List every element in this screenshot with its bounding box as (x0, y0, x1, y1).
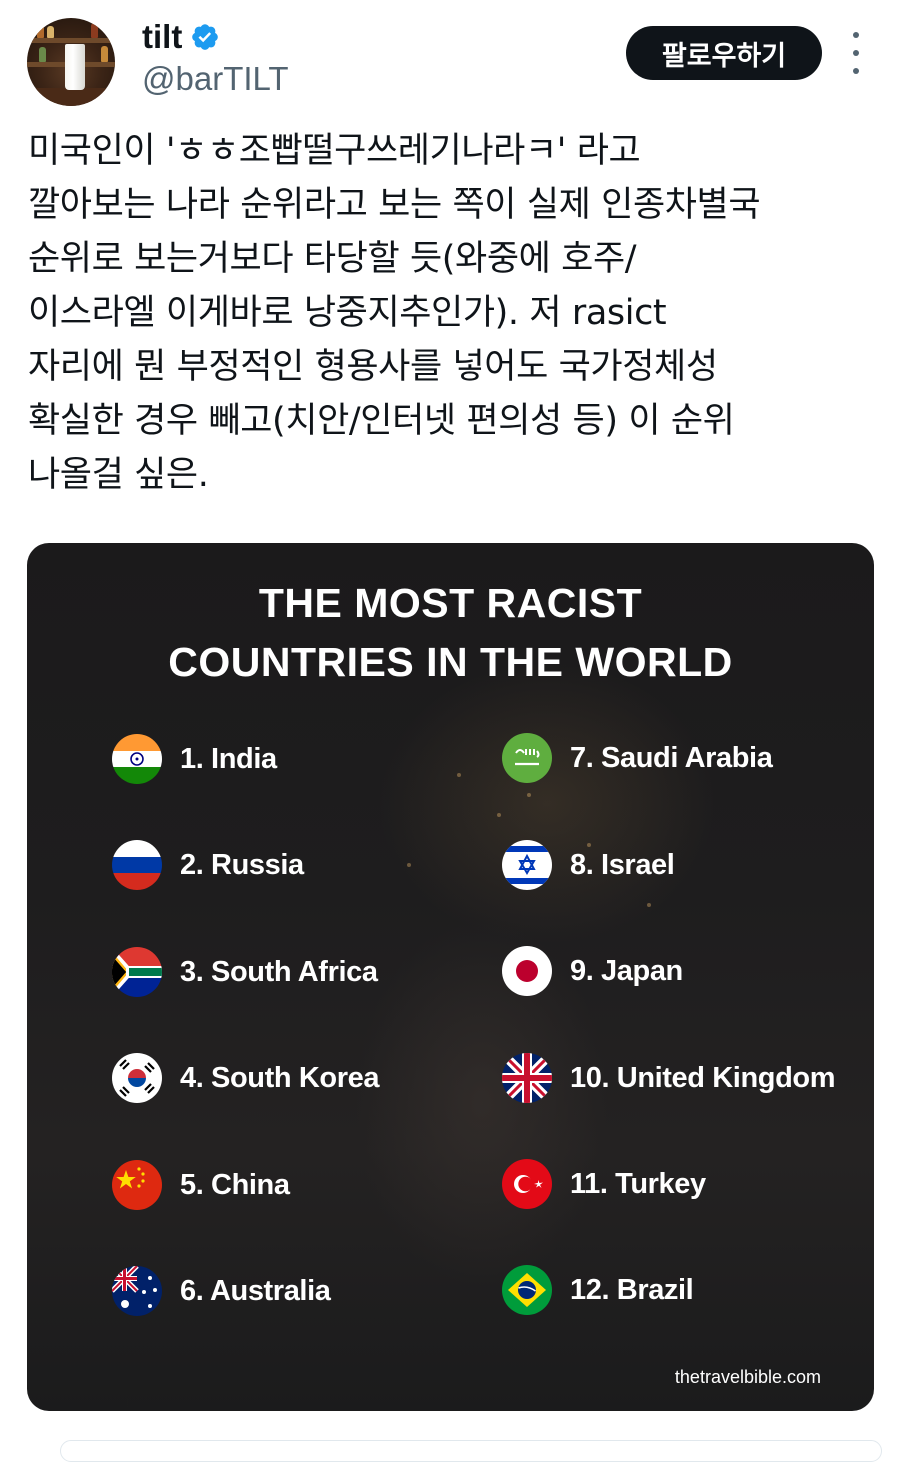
bokeh-light (497, 813, 501, 817)
more-dot (853, 68, 859, 74)
tweet-text: 미국인이 'ㅎㅎ조빱떨구쓰레기나라ㅋ' 라고 깔아보는 나라 순위라고 보는 쪽… (28, 131, 761, 495)
country-item: 9. Japan (502, 946, 683, 996)
follow-button[interactable]: 팔로우하기 (626, 26, 822, 80)
country-item: 11. Turkey (502, 1159, 706, 1209)
country-label: 11. Turkey (570, 1167, 706, 1200)
more-options-icon[interactable] (842, 32, 870, 74)
bokeh-light (407, 863, 411, 867)
country-item: 4. South Korea (112, 1053, 379, 1103)
brazil-flag-icon (502, 1265, 552, 1315)
image-source: thetravelbible.com (674, 1367, 821, 1387)
country-item: 2. Russia (112, 840, 304, 890)
india-flag-icon (112, 734, 162, 784)
avatar-bar-counter (27, 88, 115, 106)
south-africa-flag-icon (112, 947, 162, 997)
next-card-edge (60, 1440, 882, 1462)
country-label: 3. South Africa (180, 955, 378, 988)
russia-flag-icon (112, 840, 162, 890)
bokeh-light (457, 773, 461, 777)
country-item: 8. Israel (502, 840, 675, 890)
avatar-bottle (47, 26, 54, 38)
australia-flag-icon (112, 1266, 162, 1316)
country-item: 3. South Africa (112, 947, 378, 997)
country-item: 10. United Kingdom (502, 1053, 835, 1103)
united-kingdom-flag-icon (502, 1053, 552, 1103)
country-item: 6. Australia (112, 1266, 331, 1316)
country-label: 4. South Korea (180, 1061, 380, 1094)
country-label: 5. China (180, 1168, 290, 1201)
image-title-line1: THE MOST RACIST (258, 580, 643, 626)
author-handle[interactable]: @barTILT (142, 60, 289, 98)
country-label: 12. Brazil (570, 1273, 694, 1306)
avatar-bottle (39, 47, 46, 62)
author-name-row: tilt (142, 18, 220, 56)
china-flag-icon (112, 1160, 162, 1210)
country-item: 12. Brazil (502, 1265, 694, 1315)
avatar-bottle (101, 46, 108, 62)
avatar[interactable] (27, 18, 115, 106)
country-label: 10. United Kingdom (570, 1061, 836, 1094)
avatar-glass (65, 44, 85, 90)
country-label: 7. Saudi Arabia (570, 741, 773, 774)
country-item: 7. Saudi Arabia (502, 733, 773, 783)
avatar-bottle (37, 24, 44, 38)
israel-flag-icon (502, 840, 552, 890)
country-label: 2. Russia (180, 848, 304, 881)
bokeh-light (647, 903, 651, 907)
country-item: 5. China (112, 1160, 290, 1210)
avatar-bottle (91, 23, 98, 38)
avatar-shelf (27, 38, 115, 43)
country-item: 1. India (112, 734, 277, 784)
country-label: 6. Australia (180, 1274, 331, 1307)
japan-flag-icon (502, 946, 552, 996)
more-dot (853, 50, 859, 56)
country-label: 9. Japan (570, 954, 683, 987)
bokeh-light (527, 793, 531, 797)
country-label: 1. India (180, 742, 277, 775)
author-name[interactable]: tilt (142, 18, 182, 56)
country-label: 8. Israel (570, 848, 675, 881)
verified-badge-icon (192, 24, 219, 50)
saudi-arabia-flag-icon (502, 733, 552, 783)
turkey-flag-icon (502, 1159, 552, 1209)
image-title-line2: COUNTRIES IN THE WORLD (168, 639, 733, 685)
south-korea-flag-icon (112, 1053, 162, 1103)
more-dot (853, 32, 859, 38)
tweet-image[interactable]: THE MOST RACIST COUNTRIES IN THE WORLD 1… (27, 543, 874, 1411)
